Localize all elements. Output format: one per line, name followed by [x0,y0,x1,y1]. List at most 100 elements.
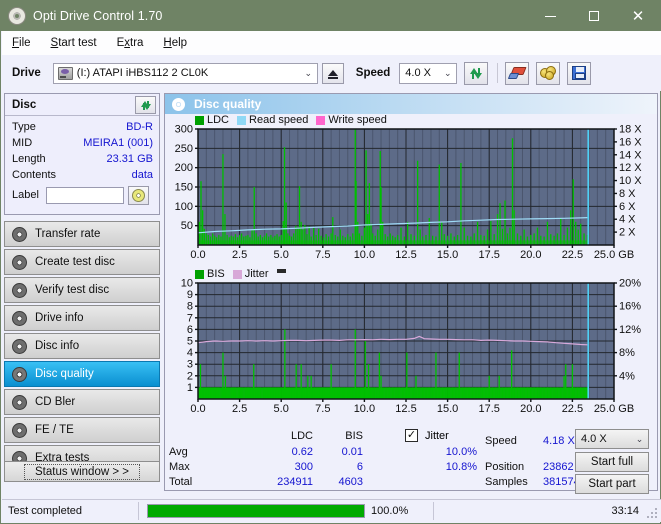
svg-text:4 X: 4 X [619,214,636,226]
save-button[interactable] [567,62,591,85]
resize-grip[interactable] [647,508,658,519]
disc-icon [12,367,27,382]
menu-extra[interactable]: Extra [107,34,154,52]
menu-file-label: ile [19,37,31,49]
svg-text:8: 8 [187,301,193,313]
progress-bar [147,504,365,518]
svg-text:7.5: 7.5 [315,403,330,415]
svg-text:16%: 16% [619,301,641,313]
legend-swatch-write-speed [316,116,325,125]
speed-select[interactable]: 4.0 X ⌄ [399,63,457,84]
start-part-label: Start part [588,478,635,490]
start-part-button[interactable]: Start part [575,474,649,494]
disc-row-value: BD-R [126,121,153,133]
progress-bar-fill [148,505,364,517]
disc-icon [12,283,27,298]
disc-row-type: Type BD-R [5,119,159,135]
jitter-checkbox[interactable]: ✓ [405,429,418,442]
speed-stat-value: 4.18 X [543,435,575,447]
svg-text:5: 5 [187,336,193,348]
svg-text:10 X: 10 X [619,175,642,187]
svg-text:20.0: 20.0 [520,249,541,261]
svg-text:12.5: 12.5 [395,403,416,415]
app-icon [8,7,26,25]
disc-row-key: MID [12,137,32,149]
menu-bar: File Start test Extra Help [2,31,661,56]
disc-label-button[interactable] [128,186,149,205]
svg-text:6: 6 [187,324,193,336]
sidebar-item-label: Create test disc [35,256,115,268]
speed-stat-label: Speed [485,435,517,447]
minimize-button[interactable] [528,1,572,31]
svg-text:12%: 12% [619,324,641,336]
sidebar-item-label: Verify test disc [35,284,109,296]
sidebar-item-drive-info[interactable]: Drive info [4,305,160,331]
sidebar-item-disc-quality[interactable]: Disc quality [4,361,160,387]
status-text: Test completed [8,505,138,517]
disc-label-row: Label [5,184,159,206]
menu-help[interactable]: Help [153,34,197,52]
disc-label-input[interactable] [46,187,124,204]
drive-select[interactable]: (I:) ATAPI iHBS112 2 CL0K ⌄ [53,63,318,84]
test-speed-select[interactable]: 4.0 X ⌄ [575,429,649,449]
svg-text:7: 7 [187,312,193,324]
start-full-button[interactable]: Start full [575,452,649,472]
sidebar-item-create-test-disc[interactable]: Create test disc [4,249,160,275]
sidebar-item-fe-te[interactable]: FE / TE [4,417,160,443]
disc-icon [12,395,27,410]
svg-text:1: 1 [187,382,193,394]
svg-text:4: 4 [187,347,193,359]
sidebar-item-label: Drive info [35,312,84,324]
legend-label-bis: BIS [207,268,225,280]
toolbar: Drive (I:) ATAPI iHBS112 2 CL0K ⌄ Speed … [2,55,661,91]
title-bar: Opti Drive Control 1.70 ✕ [1,1,660,31]
status-window-button[interactable]: Status window > > [4,461,160,482]
sidebar-item-label: CD Bler [35,396,75,408]
ldc-chart: LDC Read speed Write speed 5010015020025… [165,114,657,264]
minimize-icon [545,16,556,17]
menu-file[interactable]: File [2,34,41,52]
svg-text:8 X: 8 X [619,188,636,200]
drive-select-value: (I:) ATAPI iHBS112 2 CL0K [77,67,300,79]
svg-text:12.5: 12.5 [395,249,416,261]
stats-col-bis: BIS [345,430,363,442]
disc-row-contents: Contents data [5,167,159,183]
erase-disc-icon [509,67,526,80]
svg-text:2 X: 2 X [619,227,636,239]
refresh-button[interactable] [464,62,488,85]
app-window: Opti Drive Control 1.70 ✕ File Start tes… [0,0,661,524]
chevron-down-icon: ⌄ [439,64,456,83]
stats-row-label: Avg [169,446,188,458]
legend-label-write-speed: Write speed [328,114,387,126]
sidebar-item-cd-bler[interactable]: CD Bler [4,389,160,415]
close-icon: ✕ [632,9,645,24]
stats-row-bis: 6 [323,461,363,473]
menu-start-test[interactable]: Start test [41,34,107,52]
stats-row-ldc: 300 [265,461,313,473]
svg-text:7.5: 7.5 [315,249,330,261]
svg-text:17.5: 17.5 [478,249,499,261]
svg-text:150: 150 [175,182,193,194]
jitter-checkbox-wrap[interactable]: ✓ Jitter [405,429,449,442]
bitsetting-button[interactable] [536,62,560,85]
disc-refresh-button[interactable] [135,96,156,114]
maximize-button[interactable] [572,1,616,31]
disc-row-mid: MID MEIRA1 (001) [5,135,159,151]
disc-row-value: data [132,169,153,181]
sidebar-item-transfer-rate[interactable]: Transfer rate [4,221,160,247]
svg-text:2.5: 2.5 [232,249,247,261]
svg-text:5.0: 5.0 [274,249,289,261]
svg-text:15.0: 15.0 [437,403,458,415]
sidebar-item-verify-test-disc[interactable]: Verify test disc [4,277,160,303]
svg-text:22.5: 22.5 [562,403,583,415]
progress-percent: 100.0% [365,505,433,517]
stats-header-bis: BIS [323,430,363,442]
refresh-icon [140,99,152,111]
svg-text:10: 10 [181,278,193,290]
sidebar-item-disc-info[interactable]: Disc info [4,333,160,359]
disc-icon [12,423,27,438]
close-button[interactable]: ✕ [616,1,660,31]
eject-button[interactable] [322,63,344,84]
erase-disc-button[interactable] [505,62,529,85]
svg-text:50: 50 [181,220,193,232]
